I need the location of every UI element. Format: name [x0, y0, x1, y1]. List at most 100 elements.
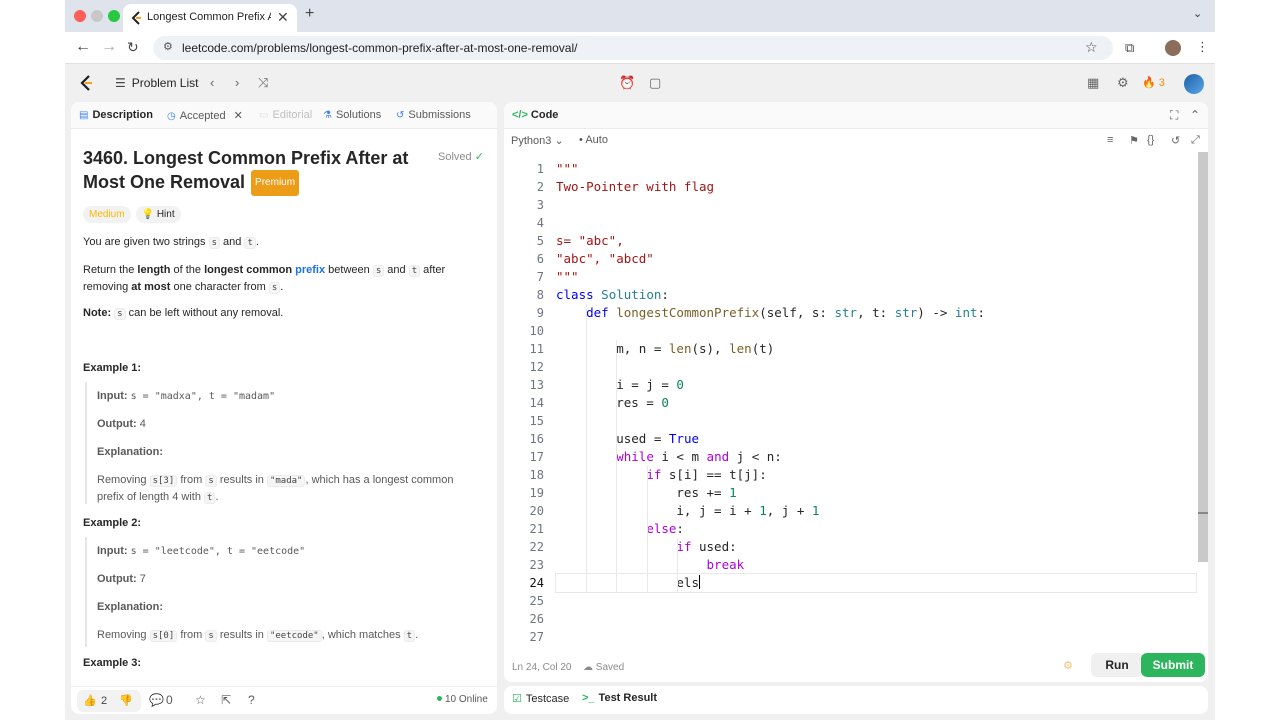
auto-mode[interactable]: • Auto [579, 134, 608, 146]
code-line[interactable]: m, n = len(s), len(t) [556, 340, 1196, 358]
tab-accepted[interactable]: ◷ Accepted ✕ [167, 109, 243, 122]
submit-button[interactable]: Submit [1141, 653, 1205, 677]
line-number: 10 [529, 324, 544, 338]
fullscreen-icon[interactable]: ⛶ [1170, 108, 1178, 123]
thumbs-up-icon[interactable]: 👍 [83, 694, 97, 707]
code-lines[interactable]: """ Two-Pointer with flag s= "abc", "abc", … [555, 160, 1197, 646]
collapse-icon[interactable]: ⌃ [1190, 108, 1200, 122]
minimize-window-button[interactable] [91, 10, 103, 22]
note-icon[interactable]: ▢ [649, 75, 661, 91]
problem-list-link[interactable]: ☰ Problem List [115, 76, 198, 90]
new-tab-button[interactable]: + [305, 5, 314, 23]
console-icon[interactable]: ⚙ [1063, 659, 1073, 672]
reset-icon[interactable]: ↺ [1171, 134, 1180, 147]
url-text[interactable]: leetcode.com/problems/longest-common-pre… [182, 41, 577, 55]
tab-solutions[interactable]: ⚗ Solutions [323, 109, 381, 121]
extensions-icon[interactable]: ⧉ [1125, 40, 1134, 56]
example-2-title: Example 2: [83, 517, 142, 529]
code-line[interactable] [556, 196, 1196, 214]
expand-icon[interactable]: ⤢ [1191, 134, 1200, 147]
chevron-right-icon[interactable]: › [235, 75, 239, 90]
bookmark-star-icon[interactable]: ☆ [1085, 39, 1098, 56]
bookmark-icon[interactable]: ⚑ [1129, 134, 1139, 147]
code-line[interactable]: """ [556, 268, 1196, 286]
maximize-window-button[interactable] [108, 10, 120, 22]
checkbox-icon: ☑ [512, 693, 522, 705]
code-line[interactable]: res = 0 [556, 394, 1196, 412]
braces-icon[interactable]: {} [1147, 134, 1154, 146]
indent-guide [646, 466, 648, 592]
code-line[interactable]: class Solution: [556, 286, 1196, 304]
run-button[interactable]: Run [1091, 653, 1143, 677]
code-line[interactable]: else: [556, 520, 1196, 538]
explanation-text: . [415, 629, 419, 641]
format-icon[interactable]: ≡ [1107, 134, 1113, 146]
alarm-icon[interactable]: ⏰ [619, 75, 635, 91]
tab-submissions[interactable]: ↺ Submissions [396, 109, 471, 121]
code-line[interactable] [556, 412, 1196, 430]
code-line[interactable] [556, 322, 1196, 340]
code-line[interactable] [556, 628, 1196, 646]
language-select[interactable]: Python3 ⌄ [511, 134, 564, 147]
editor-scrollbar[interactable] [1198, 152, 1208, 562]
close-tab-icon[interactable]: ✕ [234, 110, 243, 122]
share-icon[interactable]: ⇱ [221, 693, 231, 707]
tab-test-result[interactable]: >_ Test Result [582, 692, 657, 704]
example-1-title: Example 1: [83, 362, 142, 374]
tab-testcase[interactable]: ☑ Testcase [512, 692, 569, 705]
address-bar[interactable]: ⚙ leetcode.com/problems/longest-common-p… [153, 36, 1113, 60]
leetcode-logo-icon[interactable] [79, 74, 95, 92]
code-line[interactable]: i, j = i + 1, j + 1 [556, 502, 1196, 520]
tab-search-icon[interactable]: ⌄ [1193, 7, 1202, 20]
close-window-button[interactable] [74, 10, 86, 22]
premium-badge[interactable]: Premium [251, 170, 300, 196]
code-line[interactable] [556, 610, 1196, 628]
code-line[interactable]: els [555, 573, 1197, 593]
code-line[interactable] [556, 592, 1196, 610]
code-line[interactable]: "abc", "abcd" [556, 250, 1196, 268]
prefix-link[interactable]: prefix [295, 264, 325, 276]
streak-counter[interactable]: 🔥 3 [1142, 76, 1165, 89]
profile-avatar[interactable] [1165, 40, 1181, 56]
code-line[interactable]: if used: [556, 538, 1196, 556]
chevron-left-icon[interactable]: ‹ [210, 75, 214, 90]
code-line[interactable]: if s[i] == t[j]: [556, 466, 1196, 484]
back-icon[interactable]: ← [75, 38, 91, 56]
code-line[interactable]: break [556, 556, 1196, 574]
code-line[interactable]: i = j = 0 [556, 376, 1196, 394]
reload-icon[interactable]: ↻ [127, 39, 139, 56]
user-avatar[interactable] [1184, 74, 1204, 94]
code-line[interactable]: Two-Pointer with flag [556, 178, 1196, 196]
forward-icon[interactable]: → [101, 38, 117, 56]
browser-menu-icon[interactable]: ⋮ [1196, 39, 1209, 55]
tab-editorial[interactable]: ▭ Editorial [259, 109, 312, 121]
code-line[interactable]: def longestCommonPrefix(self, s: str, t:… [556, 304, 1196, 322]
statement-text: Return the [83, 264, 138, 276]
tab-close-icon[interactable]: ✕ [277, 9, 289, 26]
layout-icon[interactable]: ▦ [1087, 75, 1099, 91]
solved-label: Solved [438, 151, 472, 163]
code-line[interactable]: res += 1 [556, 484, 1196, 502]
output-value: 4 [139, 418, 146, 430]
line-number: 4 [536, 216, 544, 230]
star-icon[interactable]: ☆ [195, 693, 206, 707]
code-line[interactable] [556, 214, 1196, 232]
code-line[interactable] [556, 358, 1196, 376]
site-info-icon[interactable]: ⚙ [163, 40, 173, 53]
thumbs-down-icon[interactable]: 👎 [119, 694, 133, 707]
code-line[interactable]: used = True [556, 430, 1196, 448]
code-line[interactable]: while i < m and j < n: [556, 448, 1196, 466]
comment-icon[interactable]: 💬 [149, 693, 164, 707]
browser-tab[interactable]: Longest Common Prefix After ✕ [123, 4, 297, 32]
help-icon[interactable]: ? [248, 693, 255, 707]
streak-count: 3 [1158, 77, 1165, 89]
tab-description[interactable]: ▤ Description [79, 109, 153, 121]
problem-header: 3460. Longest Common Prefix After at Mos… [83, 146, 487, 196]
line-number: 12 [529, 360, 544, 374]
code-editor[interactable]: 1 2 3 4 5 6 7 8 9 10 11 12 13 14 15 16 17 18 19 20 21 22 23 24 2… [504, 152, 1198, 652]
hint-button[interactable]: 💡 Hint [135, 206, 181, 223]
code-line[interactable]: """ [556, 160, 1196, 178]
code-line[interactable]: s= "abc", [556, 232, 1196, 250]
shuffle-icon[interactable]: ⤨ [258, 75, 268, 91]
gear-icon[interactable]: ⚙ [1117, 75, 1129, 91]
